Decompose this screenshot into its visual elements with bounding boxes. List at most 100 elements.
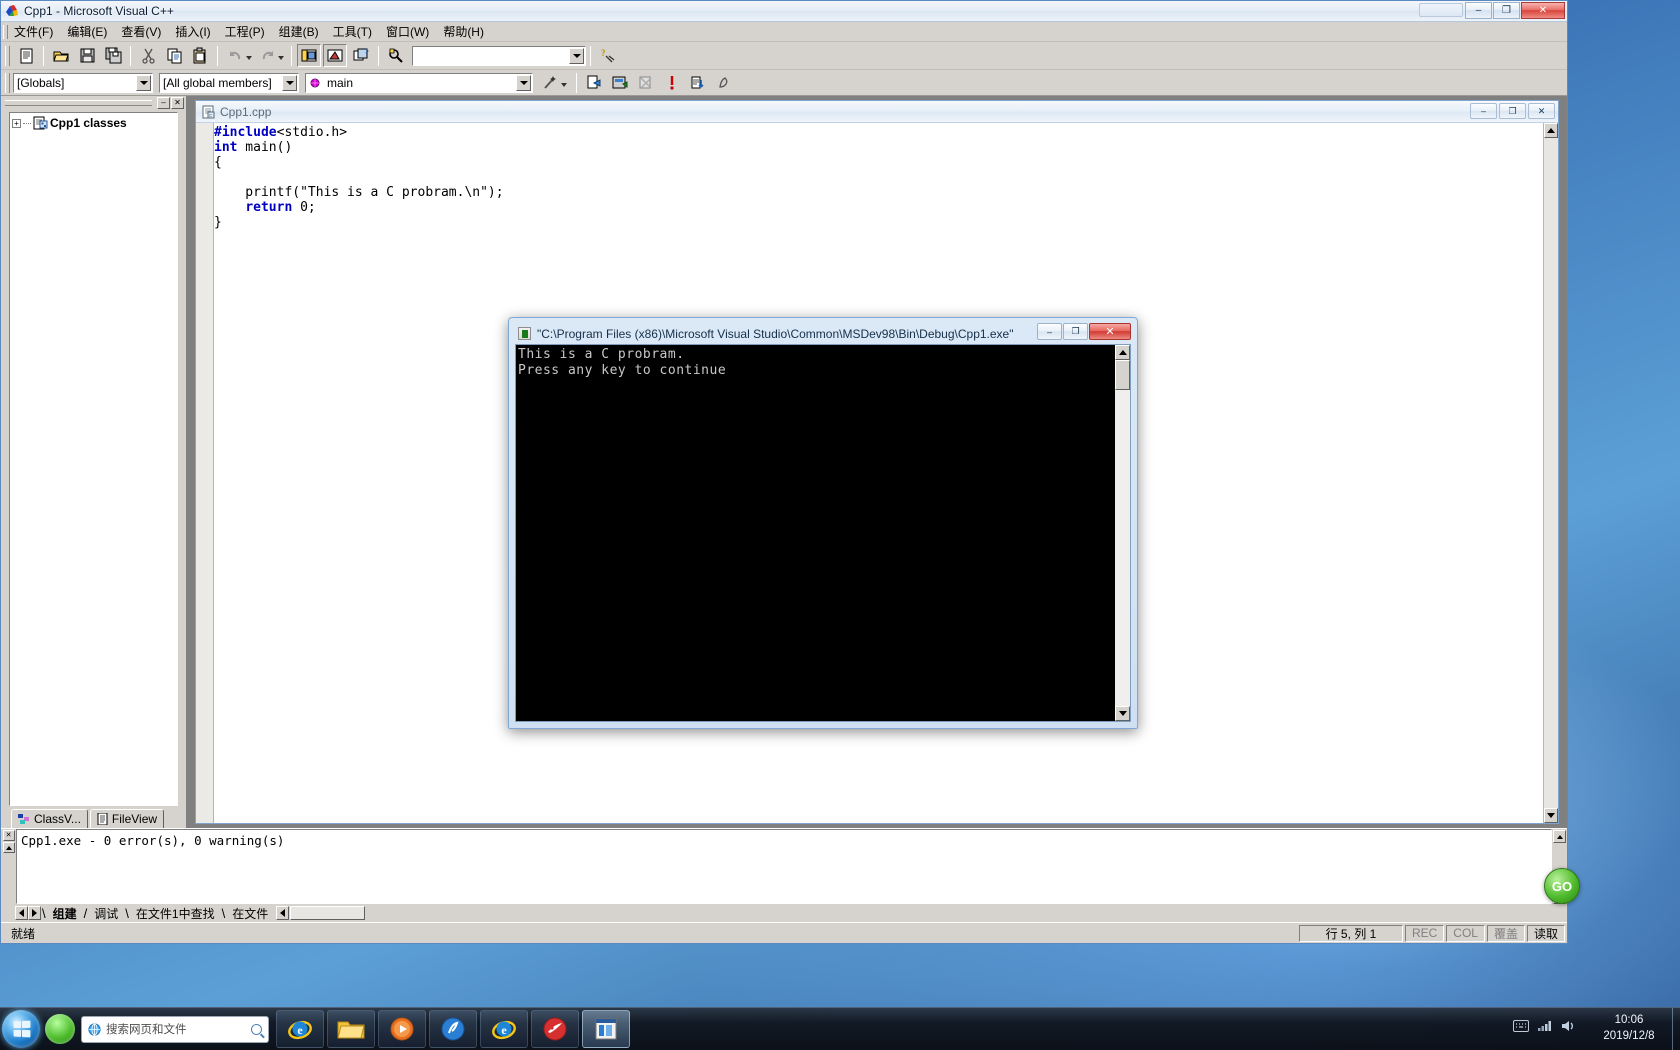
pane-close-button[interactable]: ✕ [171, 97, 184, 109]
maximize-button[interactable]: ❐ [1493, 2, 1520, 19]
wizard-wand-icon[interactable] [538, 71, 567, 94]
search-input[interactable]: 搜索网页和文件 [81, 1015, 269, 1043]
console-title-bar[interactable]: "C:\Program Files (x86)\Microsoft Visual… [515, 323, 1131, 344]
tab-fileview[interactable]: FileView [89, 809, 165, 828]
workspace-window-icon[interactable] [297, 44, 321, 67]
classview-tree[interactable]: + Cpp1 classes [9, 112, 178, 806]
output-close-button[interactable]: ✕ [2, 830, 15, 841]
function-combo-dropdown[interactable] [516, 74, 531, 91]
open-folder-icon[interactable] [49, 44, 73, 67]
save-all-icon[interactable] [101, 44, 125, 67]
console-minimize-button[interactable]: – [1037, 323, 1062, 340]
execute-program-icon[interactable] [660, 71, 684, 94]
tab-classview[interactable]: ClassV... [11, 809, 88, 828]
output-tabs-next-button[interactable] [28, 906, 41, 920]
output-tabs-hscrollbar[interactable] [290, 906, 366, 920]
menu-project[interactable]: 工程(P) [218, 23, 272, 41]
menu-build[interactable]: 组建(B) [272, 23, 326, 41]
scroll-down-button[interactable] [1544, 808, 1558, 823]
search-icon[interactable] [251, 1023, 262, 1035]
toolbar-grip[interactable] [5, 72, 10, 93]
tree-item-cpp1-classes[interactable]: + Cpp1 classes [10, 113, 177, 133]
menu-insert[interactable]: 插入(I) [168, 23, 217, 41]
tree-expander-icon[interactable]: + [12, 118, 21, 128]
output-scroll-up-button[interactable] [2, 842, 15, 853]
inner-window-restore-bar[interactable] [1419, 3, 1463, 17]
undo-icon[interactable] [223, 44, 252, 67]
taskbar-browser-orb-icon[interactable] [45, 1014, 75, 1044]
console-scroll-track[interactable] [1115, 390, 1130, 706]
menu-file[interactable]: 文件(F) [7, 23, 60, 41]
doc-minimize-button[interactable]: – [1470, 103, 1497, 119]
close-button[interactable]: ✕ [1521, 2, 1565, 19]
save-icon[interactable] [75, 44, 99, 67]
output-window-icon[interactable] [323, 44, 347, 67]
compile-icon[interactable] [582, 71, 606, 94]
build-output-text[interactable]: Cpp1.exe - 0 error(s), 0 warning(s) [16, 829, 1552, 904]
start-button[interactable] [2, 1010, 40, 1048]
paste-icon[interactable] [188, 44, 212, 67]
doc-close-button[interactable]: ✕ [1528, 103, 1555, 119]
console-close-button[interactable]: ✕ [1089, 323, 1131, 340]
output-tabs-scroll-left-button[interactable] [276, 906, 290, 920]
taskbar-thunder-icon[interactable] [531, 1010, 579, 1048]
members-combo-dropdown[interactable] [282, 74, 297, 91]
tray-network-icon[interactable] [1537, 1020, 1552, 1034]
output-tab-find-in-files-1[interactable]: 在文件1中查找 [130, 905, 221, 922]
redo-dropdown-arrow[interactable] [278, 56, 284, 60]
taskbar-media-player-icon[interactable] [378, 1010, 426, 1048]
console-scrollbar[interactable] [1115, 345, 1130, 721]
cut-icon[interactable] [136, 44, 160, 67]
window-list-icon[interactable] [349, 44, 373, 67]
editor-vertical-scrollbar[interactable] [1543, 123, 1558, 823]
class-combo[interactable]: [Globals] [13, 72, 153, 93]
taskbar-edge-icon[interactable]: e [480, 1010, 528, 1048]
search-combo[interactable] [412, 45, 586, 66]
tray-show-desktop-button[interactable] [1672, 1008, 1680, 1050]
members-combo[interactable]: [All global members] [159, 72, 299, 93]
tray-keyboard-icon[interactable] [1513, 1020, 1529, 1034]
floating-go-button[interactable]: GO [1544, 868, 1580, 904]
console-maximize-button[interactable]: ❐ [1063, 323, 1088, 340]
menu-help[interactable]: 帮助(H) [436, 23, 491, 41]
class-combo-dropdown[interactable] [136, 74, 151, 91]
menu-edit[interactable]: 编辑(E) [60, 23, 114, 41]
taskbar-ie-icon[interactable]: e [276, 1010, 324, 1048]
build-icon[interactable] [608, 71, 632, 94]
pane-drag-grip[interactable] [5, 100, 152, 106]
wizard-dropdown-arrow[interactable] [561, 83, 567, 87]
output-tab-debug[interactable]: 调试 [88, 905, 124, 922]
go-debug-icon[interactable] [686, 71, 710, 94]
minimize-button[interactable]: – [1465, 2, 1492, 19]
new-text-file-icon[interactable] [14, 44, 38, 67]
taskbar-vc6-icon[interactable] [582, 1010, 630, 1048]
search-dropdown-button[interactable] [569, 47, 584, 64]
find-in-files-icon[interactable] [384, 44, 408, 67]
console-scroll-thumb[interactable] [1115, 360, 1130, 390]
taskbar-kugou-icon[interactable] [429, 1010, 477, 1048]
menu-window[interactable]: 窗口(W) [379, 23, 436, 41]
output-tabs-prev-button[interactable] [15, 906, 28, 920]
menu-view[interactable]: 查看(V) [114, 23, 168, 41]
insert-breakpoint-icon[interactable] [712, 71, 736, 94]
taskbar-explorer-icon[interactable] [327, 1010, 375, 1048]
menu-tools[interactable]: 工具(T) [326, 23, 379, 41]
toolbar-grip[interactable] [5, 45, 10, 66]
output-tab-build[interactable]: 组建 [47, 905, 83, 922]
tray-volume-icon[interactable] [1561, 1020, 1576, 1034]
editor-gutter[interactable] [196, 123, 214, 823]
function-combo[interactable]: main [305, 72, 533, 93]
console-scroll-up-button[interactable] [1115, 345, 1130, 360]
taskbar-clock[interactable]: 10:06 2019/12/8 [1586, 1012, 1672, 1044]
doc-maximize-button[interactable]: ❐ [1499, 103, 1526, 119]
scroll-up-button[interactable] [1544, 123, 1558, 138]
context-help-icon[interactable]: ? [596, 44, 620, 67]
output-scroll-up-right-button[interactable] [1553, 830, 1566, 843]
output-tab-find-in-files-2[interactable]: 在文件 [226, 905, 274, 922]
console-scroll-down-button[interactable] [1115, 706, 1130, 721]
redo-icon[interactable] [255, 44, 284, 67]
stop-build-icon[interactable] [634, 71, 658, 94]
pane-restore-button[interactable]: – [157, 97, 170, 109]
copy-icon[interactable] [162, 44, 186, 67]
undo-dropdown-arrow[interactable] [246, 56, 252, 60]
